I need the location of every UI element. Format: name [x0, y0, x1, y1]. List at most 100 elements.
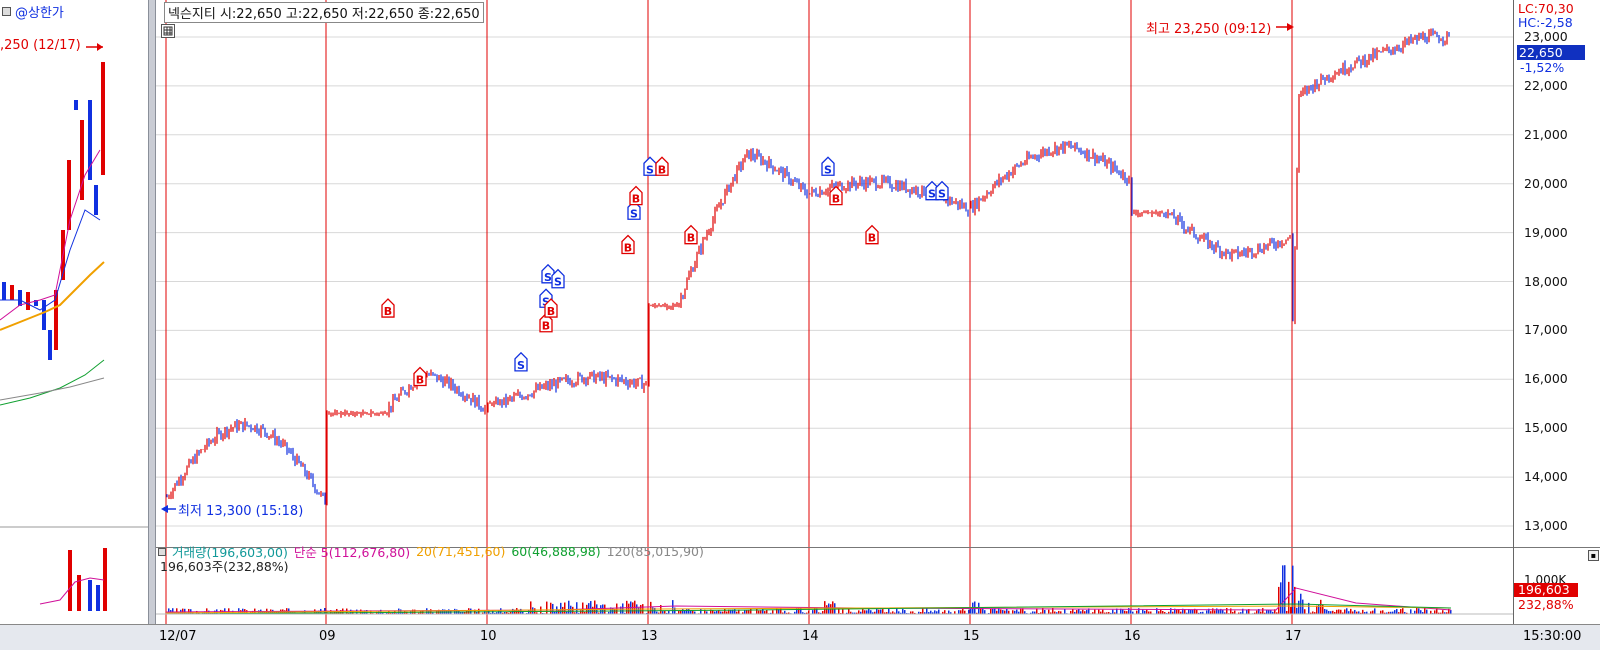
volume-bar — [560, 603, 562, 614]
buy-signal-marker: B — [622, 235, 634, 254]
volume-bar — [684, 611, 686, 614]
volume-bar — [1098, 610, 1100, 614]
volume-bar — [592, 607, 594, 614]
main-price-chart[interactable]: BBSSSSBBBSBSBBSBBSS 넥슨지티 시:22,650 고:22,6… — [156, 0, 1513, 547]
volume-bar — [622, 603, 624, 614]
price-tick: 19,000 — [1524, 225, 1568, 240]
svg-text:B: B — [384, 305, 392, 318]
price-tick: 14,000 — [1524, 469, 1568, 484]
volume-bar — [1078, 609, 1080, 614]
volume-bar — [1294, 587, 1296, 614]
volume-pct-label: 232,88% — [1518, 597, 1574, 612]
grid-toggle-icon[interactable] — [161, 24, 175, 38]
volume-bar — [984, 610, 986, 614]
volume-bar — [1362, 610, 1364, 614]
volume-bar — [1006, 609, 1008, 614]
volume-bar — [864, 610, 866, 614]
volume-bar — [1420, 610, 1422, 614]
x-tick-label: 14 — [802, 629, 819, 644]
sell-signal-marker: S — [822, 157, 834, 176]
volume-bar — [594, 601, 596, 614]
svg-text:S: S — [544, 271, 552, 284]
volume-bar — [866, 610, 868, 614]
volume-bar — [1374, 608, 1376, 614]
legend-ma20: 20(71,451,60) — [416, 544, 505, 559]
volume-bar — [848, 609, 850, 614]
volume-bar — [1004, 611, 1006, 614]
daily-candle — [42, 300, 46, 330]
svg-text:B: B — [542, 320, 550, 333]
volume-bar — [926, 608, 928, 614]
volume-bar — [904, 610, 906, 614]
volume-bar — [1196, 610, 1198, 614]
price-tick: 20,000 — [1524, 176, 1568, 191]
volume-bar — [562, 607, 564, 614]
buy-signal-marker: B — [414, 368, 426, 387]
volume-bar — [1142, 610, 1144, 614]
volume-bar — [1382, 610, 1384, 614]
volume-bar — [454, 609, 456, 614]
daily-candle — [88, 100, 92, 180]
volume-bar — [1350, 609, 1352, 614]
volume-bar — [760, 610, 762, 614]
daily-candle — [2, 282, 6, 300]
volume-bar — [1450, 610, 1452, 614]
volume-bar — [1322, 604, 1324, 614]
volume-bar — [724, 609, 726, 614]
volume-bar — [1284, 565, 1286, 614]
volume-bar — [1176, 610, 1178, 614]
volume-bar — [568, 601, 570, 614]
volume-bar — [1206, 610, 1208, 614]
x-tick-label: 17 — [1285, 629, 1302, 644]
time-axis[interactable]: 12/0709101314151617 15:30:00 — [0, 624, 1600, 650]
volume-bar — [1262, 608, 1264, 614]
volume-bar — [1094, 610, 1096, 614]
svg-text:B: B — [687, 232, 695, 245]
volume-bar — [1048, 610, 1050, 614]
svg-text:S: S — [928, 188, 936, 201]
volume-bar — [1086, 610, 1088, 614]
price-tick: 22,000 — [1524, 78, 1568, 93]
volume-bar — [1102, 610, 1104, 614]
volume-bar — [1226, 608, 1228, 614]
buy-signal-marker: B — [866, 226, 878, 245]
price-axis[interactable]: LC:70,30 HC:-2,58 23,00022,00021,00020,0… — [1513, 0, 1600, 624]
volume-bar — [500, 608, 502, 614]
volume-bar — [1190, 610, 1192, 614]
price-chart-canvas: BBSSSSBBBSBSBBSBBSS — [156, 0, 1513, 547]
volume-bar — [552, 604, 554, 614]
volume-bar — [1290, 607, 1292, 614]
volume-bar — [1002, 610, 1004, 614]
buy-signal-marker: B — [382, 299, 394, 318]
volume-bar — [1044, 610, 1046, 614]
hc-label: HC:-2,58 — [1518, 15, 1573, 30]
volume-bar — [1416, 608, 1418, 614]
panel-splitter[interactable] — [148, 0, 156, 649]
maximize-icon[interactable]: ▪ — [1588, 550, 1599, 561]
volume-bar — [812, 610, 814, 614]
volume-bar — [682, 609, 684, 614]
daily-candle — [48, 330, 52, 360]
svg-text:S: S — [517, 359, 525, 372]
svg-text:S: S — [554, 276, 562, 289]
volume-bar — [882, 608, 884, 614]
volume-bar — [992, 608, 994, 614]
volume-toggle-icon[interactable] — [158, 548, 166, 556]
low-annotation: 최저 13,300 (15:18) — [178, 500, 303, 519]
daily-candle — [101, 62, 105, 175]
price-tick: 17,000 — [1524, 322, 1568, 337]
volume-bar — [948, 611, 950, 614]
volume-bar — [1324, 609, 1326, 614]
volume-bar — [888, 608, 890, 614]
daily-chart-panel[interactable]: @상한가 ,250 (12/17) 12 — [0, 0, 149, 649]
volume-chart[interactable]: 거래량(196,603,00) 단순 5(112,676,80) 20(71,4… — [156, 547, 1513, 624]
volume-bar — [1426, 610, 1428, 614]
volume-bar — [868, 609, 870, 614]
volume-bar — [1346, 608, 1348, 614]
volume-bar — [766, 610, 768, 614]
volume-current-badge: 196,603 — [1514, 583, 1578, 597]
volume-bar — [750, 608, 752, 614]
svg-text:B: B — [868, 232, 876, 245]
left-mini-chart — [0, 0, 148, 624]
daily-candle — [18, 290, 22, 306]
